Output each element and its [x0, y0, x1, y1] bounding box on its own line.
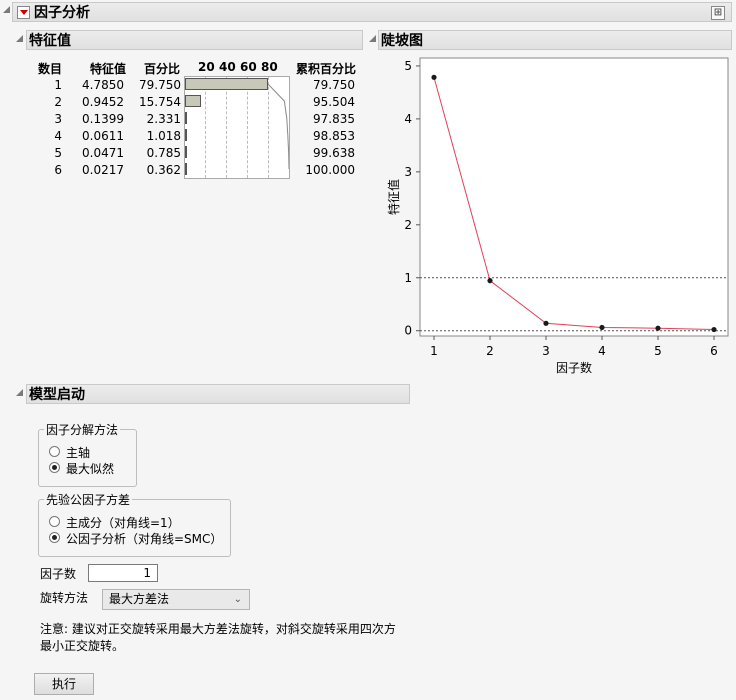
y-tick-label: 0: [404, 324, 412, 338]
x-tick-label: 2: [486, 344, 494, 358]
data-point: [599, 324, 605, 331]
row-number: 2: [54, 95, 62, 109]
y-tick-label: 1: [404, 271, 412, 285]
data-point: [711, 326, 717, 333]
row-percent: 79.750: [139, 78, 181, 92]
row-cumulative: 100.000: [305, 163, 355, 177]
radio-maximum-likelihood[interactable]: [49, 462, 60, 473]
eigen-section-header: 特征值: [26, 30, 363, 50]
percent-bar: [185, 163, 187, 175]
scale-tick-label: 20: [198, 60, 215, 74]
scree-plot: 0 1 2 3 4 5 1 2 3 4 5 6 特征值 因子数: [386, 57, 729, 375]
row-cumulative: 95.504: [313, 95, 355, 109]
rotation-select-value: 最大方差法: [109, 592, 170, 606]
factors-input[interactable]: 1: [88, 564, 158, 582]
percent-bar: [185, 95, 202, 107]
data-point: [431, 74, 437, 80]
cumulative-line: [267, 83, 289, 170]
x-tick-label: 5: [654, 344, 662, 358]
col-header-percent: 百分比: [144, 62, 181, 76]
row-eigenvalue: 0.0471: [82, 146, 124, 160]
scree-section-header: 陡坡图: [378, 30, 732, 50]
eigen-disclosure-icon[interactable]: [16, 35, 23, 42]
radio-common-factor[interactable]: [49, 532, 60, 543]
red-triangle-menu-icon[interactable]: [17, 5, 30, 19]
row-number: 4: [54, 129, 62, 143]
row-number: 1: [54, 78, 62, 92]
percent-bar: [185, 146, 187, 158]
row-cumulative: 98.853: [313, 129, 355, 143]
row-number: 6: [54, 163, 62, 177]
model-section-title: 模型启动: [29, 387, 85, 403]
row-number: 3: [54, 112, 62, 126]
scale-tick-label: 40: [219, 60, 236, 74]
option-principal-components[interactable]: 主成分（对角线=1）: [66, 514, 180, 531]
x-tick-label: 3: [542, 344, 550, 358]
row-percent: 2.331: [146, 112, 181, 126]
row-cumulative: 79.750: [313, 78, 355, 92]
radio-principal-components[interactable]: [49, 516, 60, 527]
factors-label: 因子数: [40, 567, 77, 581]
row-percent: 15.754: [139, 95, 181, 109]
percent-bar: [185, 129, 187, 141]
row-eigenvalue: 0.9452: [82, 95, 124, 109]
data-point: [487, 278, 493, 284]
row-eigenvalue: 0.1399: [82, 112, 124, 126]
scree-section-title: 陡坡图: [381, 33, 423, 49]
x-tick-label: 6: [710, 344, 718, 358]
data-point: [655, 325, 661, 331]
chevron-down-icon: ⌄: [233, 594, 242, 605]
row-cumulative: 97.835: [313, 112, 355, 126]
data-point: [543, 320, 549, 326]
y-axis-label: 特征值: [386, 179, 401, 215]
pin-icon[interactable]: ⊞: [711, 6, 725, 20]
y-tick-label: 3: [404, 165, 412, 179]
y-tick-label: 2: [404, 218, 412, 232]
row-eigenvalue: 0.0611: [82, 129, 124, 143]
y-tick-label: 4: [404, 112, 412, 126]
row-percent: 0.785: [146, 146, 181, 160]
scree-disclosure-icon[interactable]: [369, 35, 376, 42]
plot-frame: [419, 57, 729, 337]
run-button[interactable]: 执行: [34, 673, 94, 695]
cumulative-curve: [267, 83, 289, 170]
note-line-2: 最小正交旋转。: [40, 639, 125, 653]
col-header-number: 数目: [38, 62, 63, 76]
option-maximum-likelihood[interactable]: 最大似然: [66, 460, 114, 477]
eigen-section-title: 特征值: [29, 33, 71, 49]
note-line-1: 注意: 建议对正交旋转采用最大方差法旋转，对斜交旋转采用四次方: [40, 622, 396, 636]
method-group-title: 因子分解方法: [44, 421, 121, 438]
col-header-eigenvalue: 特征值: [90, 62, 127, 76]
y-tick-label: 5: [404, 59, 412, 73]
prior-group-title: 先验公因子方差: [44, 491, 133, 508]
model-section-header: 模型启动: [26, 384, 410, 404]
rotation-label: 旋转方法: [40, 591, 89, 605]
x-axis-label: 因子数: [556, 360, 592, 375]
row-number: 5: [54, 146, 62, 160]
x-tick-label: 4: [598, 344, 606, 358]
row-percent: 0.362: [146, 163, 181, 177]
scale-tick-label: 60: [240, 60, 257, 74]
percent-bar: [185, 112, 188, 124]
report-disclosure-icon[interactable]: [3, 6, 10, 13]
model-disclosure-icon[interactable]: [16, 389, 23, 396]
rotation-select[interactable]: 最大方差法 ⌄: [102, 589, 250, 610]
row-cumulative: 99.638: [313, 146, 355, 160]
percent-bar: [185, 78, 268, 90]
report-title: 因子分析: [34, 5, 90, 21]
option-common-factor[interactable]: 公因子分析（对角线=SMC）: [66, 530, 222, 547]
report-header: 因子分析 ⊞: [12, 2, 732, 22]
percent-bar-chart: [184, 76, 290, 179]
row-eigenvalue: 4.7850: [82, 78, 124, 92]
row-eigenvalue: 0.0217: [82, 163, 124, 177]
x-tick-label: 1: [430, 344, 438, 358]
scale-tick-label: 80: [261, 60, 278, 74]
option-principal-axis[interactable]: 主轴: [66, 444, 90, 461]
row-percent: 1.018: [146, 129, 181, 143]
col-header-cumulative: 累积百分比: [296, 62, 357, 76]
radio-principal-axis[interactable]: [49, 446, 60, 457]
